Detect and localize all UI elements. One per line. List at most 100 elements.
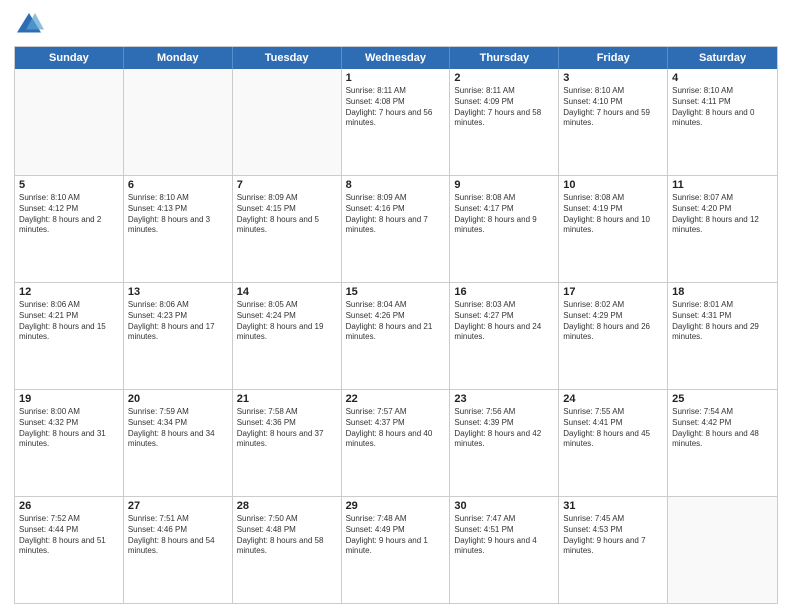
- day-cell-9: 9Sunrise: 8:08 AM Sunset: 4:17 PM Daylig…: [450, 176, 559, 282]
- day-cell-5: 5 Sunrise: 8:10 AM Sunset: 4:12 PM Daylig…: [15, 176, 124, 282]
- header: [14, 10, 778, 40]
- day-cell-22: 22 Sunrise: 7:57 AM Sunset: 4:37 PM Dayli…: [342, 390, 451, 496]
- day-number: 25: [672, 393, 773, 405]
- empty-cell: [124, 69, 233, 175]
- day-cell-25: 25 Sunrise: 7:54 AM Sunset: 4:42 PM Dayli…: [668, 390, 777, 496]
- cell-info: Sunrise: 8:09 AM Sunset: 4:16 PM Dayligh…: [346, 193, 446, 236]
- cell-info: Sunrise: 8:09 AM Sunset: 4:15 PM Dayligh…: [237, 193, 337, 236]
- day-cell-31: 31Sunrise: 7:45 AM Sunset: 4:53 PM Dayli…: [559, 497, 668, 603]
- cell-info: Sunrise: 7:59 AM Sunset: 4:34 PM Dayligh…: [128, 407, 228, 450]
- cell-info: Sunrise: 7:50 AM Sunset: 4:48 PM Dayligh…: [237, 514, 337, 557]
- cell-info: Sunrise: 8:10 AM Sunset: 4:12 PM Dayligh…: [19, 193, 119, 236]
- page: SundayMondayTuesdayWednesdayThursdayFrid…: [0, 0, 792, 612]
- day-number: 19: [19, 393, 119, 405]
- header-day-sunday: Sunday: [15, 47, 124, 69]
- day-cell-20: 20 Sunrise: 7:59 AM Sunset: 4:34 PM Dayli…: [124, 390, 233, 496]
- day-cell-12: 12 Sunrise: 8:06 AM Sunset: 4:21 PM Dayli…: [15, 283, 124, 389]
- day-number: 23: [454, 393, 554, 405]
- logo-icon: [14, 10, 44, 40]
- cell-info: Sunrise: 8:10 AM Sunset: 4:10 PM Dayligh…: [563, 86, 663, 129]
- cell-info: Sunrise: 8:06 AM Sunset: 4:23 PM Dayligh…: [128, 300, 228, 343]
- cell-info: Sunrise: 8:10 AM Sunset: 4:13 PM Dayligh…: [128, 193, 228, 236]
- calendar-row-0: 1 Sunrise: 8:11 AM Sunset: 4:08 PM Daylig…: [15, 69, 777, 176]
- day-number: 15: [346, 286, 446, 298]
- cell-info: Sunrise: 7:56 AM Sunset: 4:39 PM Dayligh…: [454, 407, 554, 450]
- day-number: 28: [237, 500, 337, 512]
- day-number: 18: [672, 286, 773, 298]
- cell-info: Sunrise: 8:00 AM Sunset: 4:32 PM Dayligh…: [19, 407, 119, 450]
- day-number: 12: [19, 286, 119, 298]
- cell-info: Sunrise: 7:52 AM Sunset: 4:44 PM Dayligh…: [19, 514, 119, 557]
- day-cell-2: 2 Sunrise: 8:11 AM Sunset: 4:09 PM Daylig…: [450, 69, 559, 175]
- empty-cell: [233, 69, 342, 175]
- cell-info: Sunrise: 8:08 AM Sunset: 4:17 PM Dayligh…: [454, 193, 554, 236]
- day-number: 26: [19, 500, 119, 512]
- header-day-saturday: Saturday: [668, 47, 777, 69]
- cell-info: Sunrise: 8:06 AM Sunset: 4:21 PM Dayligh…: [19, 300, 119, 343]
- day-number: 5: [19, 179, 119, 191]
- day-cell-7: 7 Sunrise: 8:09 AM Sunset: 4:15 PM Daylig…: [233, 176, 342, 282]
- cell-info: Sunrise: 8:03 AM Sunset: 4:27 PM Dayligh…: [454, 300, 554, 343]
- calendar-header: SundayMondayTuesdayWednesdayThursdayFrid…: [15, 47, 777, 69]
- day-cell-29: 29 Sunrise: 7:48 AM Sunset: 4:49 PM Dayli…: [342, 497, 451, 603]
- cell-info: Sunrise: 8:11 AM Sunset: 4:09 PM Dayligh…: [454, 86, 554, 129]
- logo: [14, 10, 48, 40]
- calendar-body: 1 Sunrise: 8:11 AM Sunset: 4:08 PM Daylig…: [15, 69, 777, 603]
- day-cell-14: 14 Sunrise: 8:05 AM Sunset: 4:24 PM Dayli…: [233, 283, 342, 389]
- day-number: 13: [128, 286, 228, 298]
- day-number: 30: [454, 500, 554, 512]
- cell-info: Sunrise: 8:02 AM Sunset: 4:29 PM Dayligh…: [563, 300, 663, 343]
- day-cell-30: 30 Sunrise: 7:47 AM Sunset: 4:51 PM Dayli…: [450, 497, 559, 603]
- calendar-row-3: 19 Sunrise: 8:00 AM Sunset: 4:32 PM Dayli…: [15, 390, 777, 497]
- day-number: 20: [128, 393, 228, 405]
- day-cell-19: 19 Sunrise: 8:00 AM Sunset: 4:32 PM Dayli…: [15, 390, 124, 496]
- cell-info: Sunrise: 7:55 AM Sunset: 4:41 PM Dayligh…: [563, 407, 663, 450]
- day-cell-15: 15 Sunrise: 8:04 AM Sunset: 4:26 PM Dayli…: [342, 283, 451, 389]
- calendar-row-4: 26 Sunrise: 7:52 AM Sunset: 4:44 PM Dayli…: [15, 497, 777, 603]
- day-cell-27: 27 Sunrise: 7:51 AM Sunset: 4:46 PM Dayli…: [124, 497, 233, 603]
- day-cell-11: 11Sunrise: 8:07 AM Sunset: 4:20 PM Dayli…: [668, 176, 777, 282]
- day-number: 14: [237, 286, 337, 298]
- header-day-wednesday: Wednesday: [342, 47, 451, 69]
- day-cell-26: 26 Sunrise: 7:52 AM Sunset: 4:44 PM Dayli…: [15, 497, 124, 603]
- empty-cell: [15, 69, 124, 175]
- day-number: 8: [346, 179, 446, 191]
- day-cell-24: 24 Sunrise: 7:55 AM Sunset: 4:41 PM Dayli…: [559, 390, 668, 496]
- day-cell-18: 18Sunrise: 8:01 AM Sunset: 4:31 PM Dayli…: [668, 283, 777, 389]
- cell-info: Sunrise: 8:05 AM Sunset: 4:24 PM Dayligh…: [237, 300, 337, 343]
- day-number: 1: [346, 72, 446, 84]
- cell-info: Sunrise: 7:48 AM Sunset: 4:49 PM Dayligh…: [346, 514, 446, 557]
- cell-info: Sunrise: 8:10 AM Sunset: 4:11 PM Dayligh…: [672, 86, 773, 129]
- calendar-row-1: 5 Sunrise: 8:10 AM Sunset: 4:12 PM Daylig…: [15, 176, 777, 283]
- day-cell-3: 3 Sunrise: 8:10 AM Sunset: 4:10 PM Daylig…: [559, 69, 668, 175]
- calendar: SundayMondayTuesdayWednesdayThursdayFrid…: [14, 46, 778, 604]
- day-number: 2: [454, 72, 554, 84]
- day-number: 24: [563, 393, 663, 405]
- cell-info: Sunrise: 8:08 AM Sunset: 4:19 PM Dayligh…: [563, 193, 663, 236]
- day-number: 16: [454, 286, 554, 298]
- day-number: 21: [237, 393, 337, 405]
- cell-info: Sunrise: 7:47 AM Sunset: 4:51 PM Dayligh…: [454, 514, 554, 557]
- cell-info: Sunrise: 8:04 AM Sunset: 4:26 PM Dayligh…: [346, 300, 446, 343]
- day-cell-10: 10 Sunrise: 8:08 AM Sunset: 4:19 PM Dayli…: [559, 176, 668, 282]
- day-number: 10: [563, 179, 663, 191]
- day-number: 27: [128, 500, 228, 512]
- cell-info: Sunrise: 8:11 AM Sunset: 4:08 PM Dayligh…: [346, 86, 446, 129]
- cell-info: Sunrise: 7:54 AM Sunset: 4:42 PM Dayligh…: [672, 407, 773, 450]
- day-number: 3: [563, 72, 663, 84]
- day-number: 22: [346, 393, 446, 405]
- day-number: 7: [237, 179, 337, 191]
- cell-info: Sunrise: 7:51 AM Sunset: 4:46 PM Dayligh…: [128, 514, 228, 557]
- day-number: 11: [672, 179, 773, 191]
- day-cell-4: 4Sunrise: 8:10 AM Sunset: 4:11 PM Daylig…: [668, 69, 777, 175]
- day-cell-21: 21 Sunrise: 7:58 AM Sunset: 4:36 PM Dayli…: [233, 390, 342, 496]
- day-number: 31: [563, 500, 663, 512]
- cell-info: Sunrise: 7:58 AM Sunset: 4:36 PM Dayligh…: [237, 407, 337, 450]
- day-cell-28: 28 Sunrise: 7:50 AM Sunset: 4:48 PM Dayli…: [233, 497, 342, 603]
- day-number: 29: [346, 500, 446, 512]
- cell-info: Sunrise: 7:57 AM Sunset: 4:37 PM Dayligh…: [346, 407, 446, 450]
- header-day-friday: Friday: [559, 47, 668, 69]
- header-day-monday: Monday: [124, 47, 233, 69]
- day-cell-17: 17 Sunrise: 8:02 AM Sunset: 4:29 PM Dayli…: [559, 283, 668, 389]
- day-number: 17: [563, 286, 663, 298]
